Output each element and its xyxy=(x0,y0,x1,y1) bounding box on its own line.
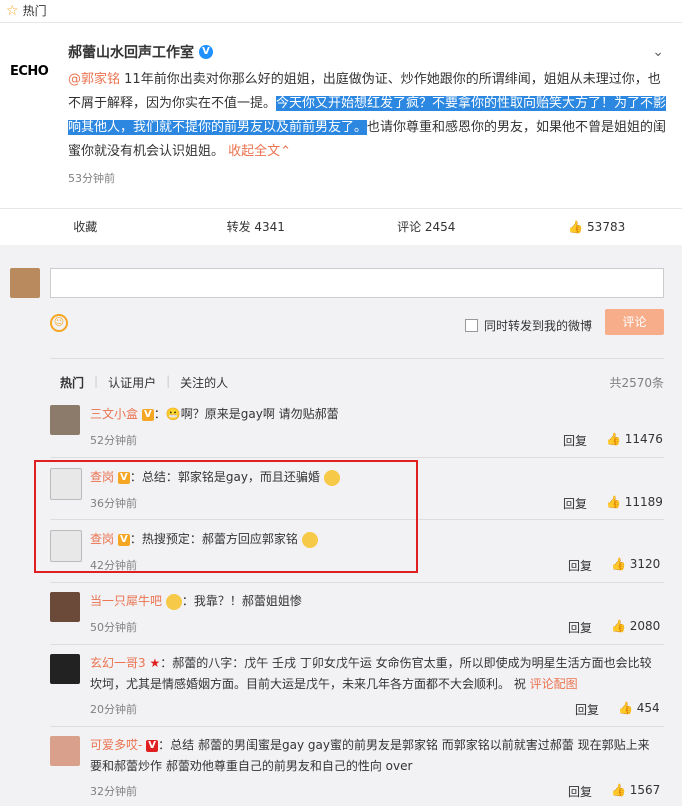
filter-hot[interactable]: 热门 xyxy=(60,374,84,391)
like-button[interactable]: 👍 1567 xyxy=(611,783,660,797)
avatar[interactable] xyxy=(50,405,80,435)
like-button[interactable]: 👍 3120 xyxy=(611,557,660,571)
like-button[interactable]: 👍 11476 xyxy=(606,432,663,446)
like-button[interactable]: 👍 454 xyxy=(618,701,660,715)
star-icon: ★ xyxy=(149,656,161,670)
highlight-box xyxy=(34,460,418,573)
like-button[interactable]: 👍 11189 xyxy=(606,495,663,509)
avatar[interactable] xyxy=(50,654,80,684)
vip-icon: V xyxy=(141,408,154,421)
my-avatar xyxy=(10,268,40,298)
reply-button[interactable]: 回复 xyxy=(563,432,587,449)
filter-following[interactable]: 关注的人 xyxy=(180,374,228,391)
comment-text: 可爱多哎- V ：总结 郝蕾的男闺蜜是gay gay蜜的前男友是郭家铭 而郭家铭以… xyxy=(90,738,650,773)
divider xyxy=(50,358,664,359)
thumb-icon: 👍 xyxy=(568,220,584,234)
emoji-icon[interactable]: ☺ xyxy=(50,314,68,332)
post-time: 53分钟前 xyxy=(68,172,115,185)
repost-button[interactable]: 转发 4341 xyxy=(171,209,342,245)
comment-text: 玄幻一哥3 ★：郝蕾的八字：戊午 壬戌 丁卯女戊午运 女命伤官太重，所以即使成为… xyxy=(90,656,652,691)
comment-text: 当一只犀牛吧 ：我靠？！郝蕾姐姐惨 xyxy=(90,593,302,610)
submit-comment-button[interactable]: 评论 xyxy=(605,309,664,335)
comment-input[interactable] xyxy=(50,268,664,298)
filter-verified[interactable]: 认证用户 xyxy=(108,374,156,391)
like-button[interactable]: 👍 53783 xyxy=(512,209,682,245)
checkbox-box[interactable] xyxy=(465,319,478,332)
star-icon: ☆ xyxy=(6,3,19,19)
commenter-name[interactable]: 三文小盒 xyxy=(90,407,138,421)
favorite-button[interactable]: 收藏 xyxy=(0,209,171,245)
comment-time: 32分钟前 xyxy=(90,785,137,798)
chevron-down-icon[interactable]: ⌄ xyxy=(652,44,664,60)
reply-button[interactable]: 回复 xyxy=(568,783,592,800)
comment-time: 20分钟前 xyxy=(90,703,137,716)
reply-button[interactable]: 回复 xyxy=(575,701,599,718)
comment-image-link[interactable]: 评论配图 xyxy=(530,677,578,691)
vip-icon: V xyxy=(146,739,159,752)
reply-button[interactable]: 回复 xyxy=(568,557,592,574)
comment-time: 50分钟前 xyxy=(90,621,137,634)
repost-checkbox[interactable]: 同时转发到我的微博 xyxy=(465,317,592,334)
action-bar: 收藏 转发 4341 评论 2454 👍 53783 xyxy=(0,208,682,246)
post-content: @郭家铭 11年前你出卖对你那么好的姐姐，出庭做伪证、炒作她跟你的所谓绯闻，姐姐… xyxy=(68,72,667,159)
verified-icon: V xyxy=(199,45,213,59)
mention-link[interactable]: @郭家铭 xyxy=(68,72,120,87)
like-button[interactable]: 👍 2080 xyxy=(611,619,660,633)
commenter-name[interactable]: 玄幻一哥3 xyxy=(90,656,146,670)
post-author[interactable]: 郝蕾山水回声工作室 V xyxy=(68,42,213,62)
crown-icon xyxy=(165,593,182,610)
avatar[interactable] xyxy=(50,592,80,622)
avatar[interactable] xyxy=(50,736,80,766)
comment-time: 52分钟前 xyxy=(90,434,137,447)
comment-filters: 热门 | 认证用户 | 关注的人 xyxy=(60,374,229,391)
commenter-name[interactable]: 当一只犀牛吧 xyxy=(90,594,162,608)
comment-text: 三文小盒 V ：😬啊？原来是gay啊 请勿贴郝蕾 xyxy=(90,407,339,421)
comment-button[interactable]: 评论 2454 xyxy=(341,209,512,245)
collapse-link[interactable]: 收起全文⌃ xyxy=(228,144,291,159)
comment-total: 共2570条 xyxy=(609,376,664,390)
hot-header: ☆ 热门 xyxy=(0,0,682,23)
author-avatar[interactable]: ECHO xyxy=(10,64,60,79)
reply-button[interactable]: 回复 xyxy=(563,495,587,512)
reply-button[interactable]: 回复 xyxy=(568,619,592,636)
separator xyxy=(0,245,682,255)
hot-label: 热门 xyxy=(22,4,47,18)
commenter-name[interactable]: 可爱多哎- xyxy=(90,738,142,752)
